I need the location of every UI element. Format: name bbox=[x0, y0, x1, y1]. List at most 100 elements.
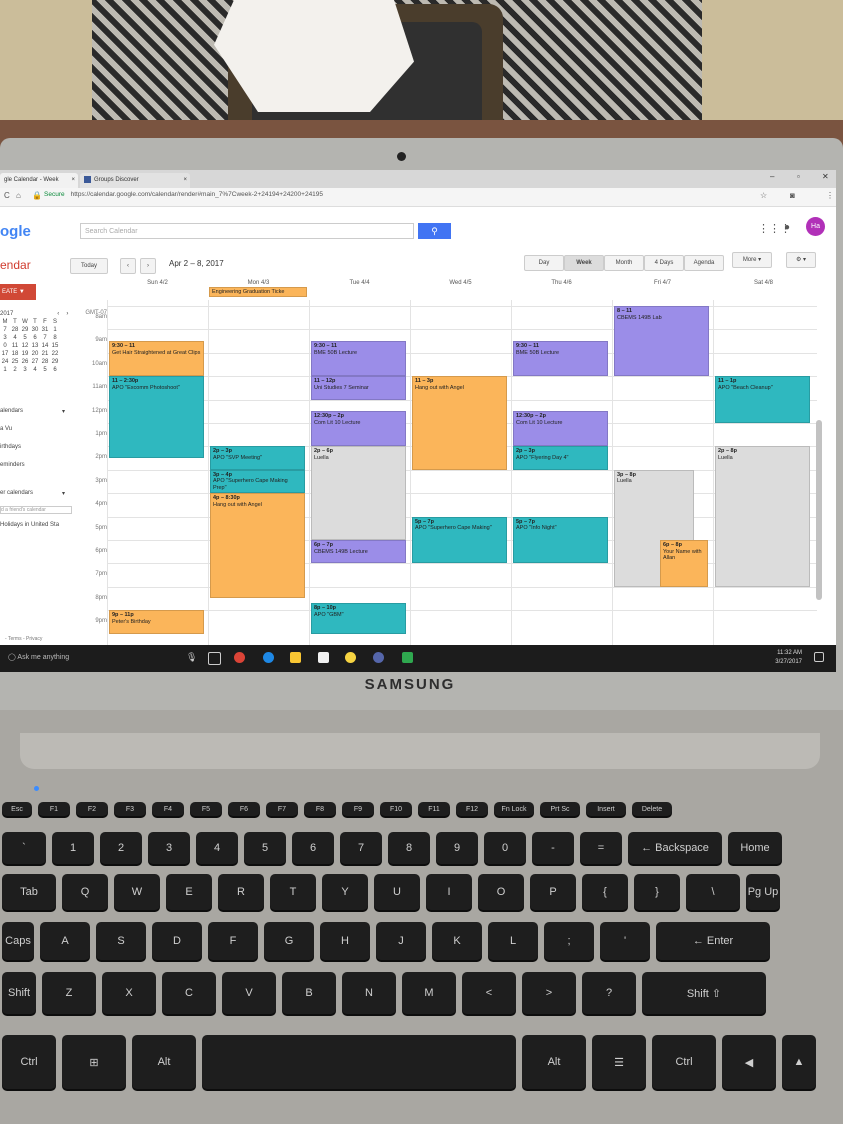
refresh-icon[interactable]: C bbox=[4, 191, 10, 200]
mini-day[interactable]: 25 bbox=[10, 358, 20, 366]
mini-day[interactable]: 28 bbox=[40, 358, 50, 366]
calendar-event[interactable]: 6p – 8p Your Name with Allan bbox=[660, 540, 708, 587]
key[interactable]: 5 bbox=[244, 832, 286, 864]
mini-day[interactable]: 30 bbox=[30, 326, 40, 334]
key[interactable]: A bbox=[40, 922, 90, 960]
calendar-event[interactable]: 9:30 – 11 BME 50B Lecture bbox=[513, 341, 608, 377]
key[interactable]: B bbox=[282, 972, 336, 1014]
mini-day[interactable]: 22 bbox=[50, 350, 60, 358]
calendar-event[interactable]: 8 – 11 CBEMS 149B Lab bbox=[614, 306, 709, 377]
calendar-event[interactable]: 6p – 7p CBEMS 149B Lecture bbox=[311, 540, 406, 564]
key[interactable]: < bbox=[462, 972, 516, 1014]
calendar-event[interactable]: 8p – 10p APO "GBM" bbox=[311, 603, 406, 634]
all-day-event[interactable]: Engineering Graduation Ticke bbox=[209, 287, 307, 297]
mini-day[interactable]: 6 bbox=[50, 366, 60, 374]
mini-day[interactable]: 14 bbox=[40, 342, 50, 350]
calendar-event[interactable]: 12:30p – 2p Com Lit 10 Lecture bbox=[311, 411, 406, 447]
mini-day[interactable]: 1 bbox=[0, 366, 10, 374]
chevron-down-icon[interactable]: ▾ bbox=[62, 408, 65, 415]
key[interactable]: Home bbox=[728, 832, 782, 864]
tab-groups-discover[interactable]: Groups Discover × bbox=[80, 173, 190, 188]
chrome-icon[interactable] bbox=[234, 652, 245, 663]
norton-icon[interactable] bbox=[345, 652, 356, 663]
mini-day[interactable]: 3 bbox=[20, 366, 30, 374]
search-button[interactable]: ⚲ bbox=[418, 223, 451, 239]
store-icon[interactable] bbox=[318, 652, 329, 663]
chevron-right-icon[interactable]: › bbox=[63, 310, 72, 318]
avatar[interactable]: Ha bbox=[806, 217, 825, 236]
mini-day[interactable]: 29 bbox=[50, 358, 60, 366]
calendar-item[interactable]: irthdays bbox=[0, 444, 21, 450]
key[interactable]: F7 bbox=[266, 802, 298, 816]
mini-day[interactable]: 1 bbox=[50, 326, 60, 334]
calendar-event[interactable]: 2p – 8p Luella bbox=[715, 446, 810, 587]
mini-day[interactable]: 5 bbox=[40, 366, 50, 374]
key[interactable]: ◀ bbox=[722, 1035, 776, 1089]
mini-day[interactable]: 28 bbox=[10, 326, 20, 334]
key[interactable]: Q bbox=[62, 874, 108, 910]
key[interactable]: Z bbox=[42, 972, 96, 1014]
key[interactable]: 7 bbox=[340, 832, 382, 864]
day-header[interactable]: Mon 4/3 bbox=[208, 280, 309, 286]
settings-button[interactable]: ⚙ ▾ bbox=[786, 252, 816, 268]
notifications-icon[interactable]: ● bbox=[784, 222, 790, 233]
notification-center-icon[interactable] bbox=[814, 652, 824, 662]
mini-day[interactable]: 7 bbox=[0, 326, 10, 334]
key[interactable]: L bbox=[488, 922, 538, 960]
calendar-event[interactable]: 11 – 3p Hang out with Angel bbox=[412, 376, 507, 470]
week-grid[interactable]: GMT-07 Sun 4/2 Mon 4/3 Tue 4/4 Wed 4/5 Thu 4… bbox=[77, 280, 817, 645]
edge-icon[interactable] bbox=[263, 652, 274, 663]
calendar-event[interactable]: 2p – 6p Luella bbox=[311, 446, 406, 540]
key[interactable]: 0 bbox=[484, 832, 526, 864]
key[interactable]: Insert bbox=[586, 802, 626, 816]
calendar-event[interactable]: 5p – 7p APO "Superhero Cape Making" bbox=[412, 516, 507, 564]
day-header[interactable]: Fri 4/7 bbox=[612, 280, 713, 286]
calendar-event[interactable]: 11 – 12p Uni Studies 7 Seminar bbox=[311, 376, 406, 400]
key[interactable]: 6 bbox=[292, 832, 334, 864]
key[interactable]: F12 bbox=[456, 802, 488, 816]
close-icon[interactable]: × bbox=[183, 173, 187, 188]
calendar-event[interactable]: 12:30p – 2p Com Lit 10 Lecture bbox=[513, 411, 608, 447]
mini-day[interactable]: 21 bbox=[40, 350, 50, 358]
mini-day[interactable]: 4 bbox=[30, 366, 40, 374]
calendar-item[interactable]: Holidays in United Sta bbox=[0, 522, 59, 528]
google-logo[interactable]: ogle bbox=[0, 223, 31, 240]
mini-day[interactable]: 5 bbox=[20, 334, 30, 342]
mini-day[interactable]: 27 bbox=[30, 358, 40, 366]
mini-day[interactable]: 12 bbox=[20, 342, 30, 350]
key[interactable]: ▲ bbox=[782, 1035, 816, 1089]
create-button[interactable]: EATE ▼ bbox=[0, 284, 36, 300]
mini-day[interactable]: 8 bbox=[50, 334, 60, 342]
view-month-button[interactable]: Month bbox=[604, 255, 644, 271]
mini-day[interactable]: 15 bbox=[50, 342, 60, 350]
key[interactable]: Prt Sc bbox=[540, 802, 580, 816]
system-clock[interactable]: 11:32 AM 3/27/2017 bbox=[775, 649, 802, 667]
mini-day[interactable]: 2 bbox=[10, 366, 20, 374]
key[interactable]: S bbox=[96, 922, 146, 960]
key[interactable]: F11 bbox=[418, 802, 450, 816]
key[interactable]: - bbox=[532, 832, 574, 864]
menu-icon[interactable]: ⋮ bbox=[826, 191, 834, 200]
key[interactable]: Esc bbox=[2, 802, 32, 816]
key[interactable]: = bbox=[580, 832, 622, 864]
mini-day[interactable]: 7 bbox=[40, 334, 50, 342]
today-button[interactable]: Today bbox=[70, 258, 108, 274]
key[interactable]: ← Enter bbox=[656, 922, 770, 960]
calendar-event[interactable]: 9p – 11p Peter's Birthday bbox=[109, 610, 204, 634]
mini-day[interactable]: 0 bbox=[0, 342, 10, 350]
key[interactable]: Shift bbox=[2, 972, 36, 1014]
key[interactable]: X bbox=[102, 972, 156, 1014]
key[interactable]: U bbox=[374, 874, 420, 910]
search-input[interactable]: Search Calendar bbox=[80, 223, 414, 239]
extension-icon[interactable]: ◙ bbox=[790, 191, 795, 200]
key[interactable]: Caps bbox=[2, 922, 34, 960]
calendar-event[interactable]: 4p – 8:30p Hang out with Angel bbox=[210, 493, 305, 599]
key[interactable]: Tab bbox=[2, 874, 56, 910]
green-app-icon[interactable] bbox=[402, 652, 413, 663]
day-header[interactable]: Thu 4/6 bbox=[511, 280, 612, 286]
key[interactable]: 8 bbox=[388, 832, 430, 864]
key[interactable]: G bbox=[264, 922, 314, 960]
file-explorer-icon[interactable] bbox=[290, 652, 301, 663]
mini-day[interactable]: 19 bbox=[20, 350, 30, 358]
mini-day[interactable]: 11 bbox=[10, 342, 20, 350]
